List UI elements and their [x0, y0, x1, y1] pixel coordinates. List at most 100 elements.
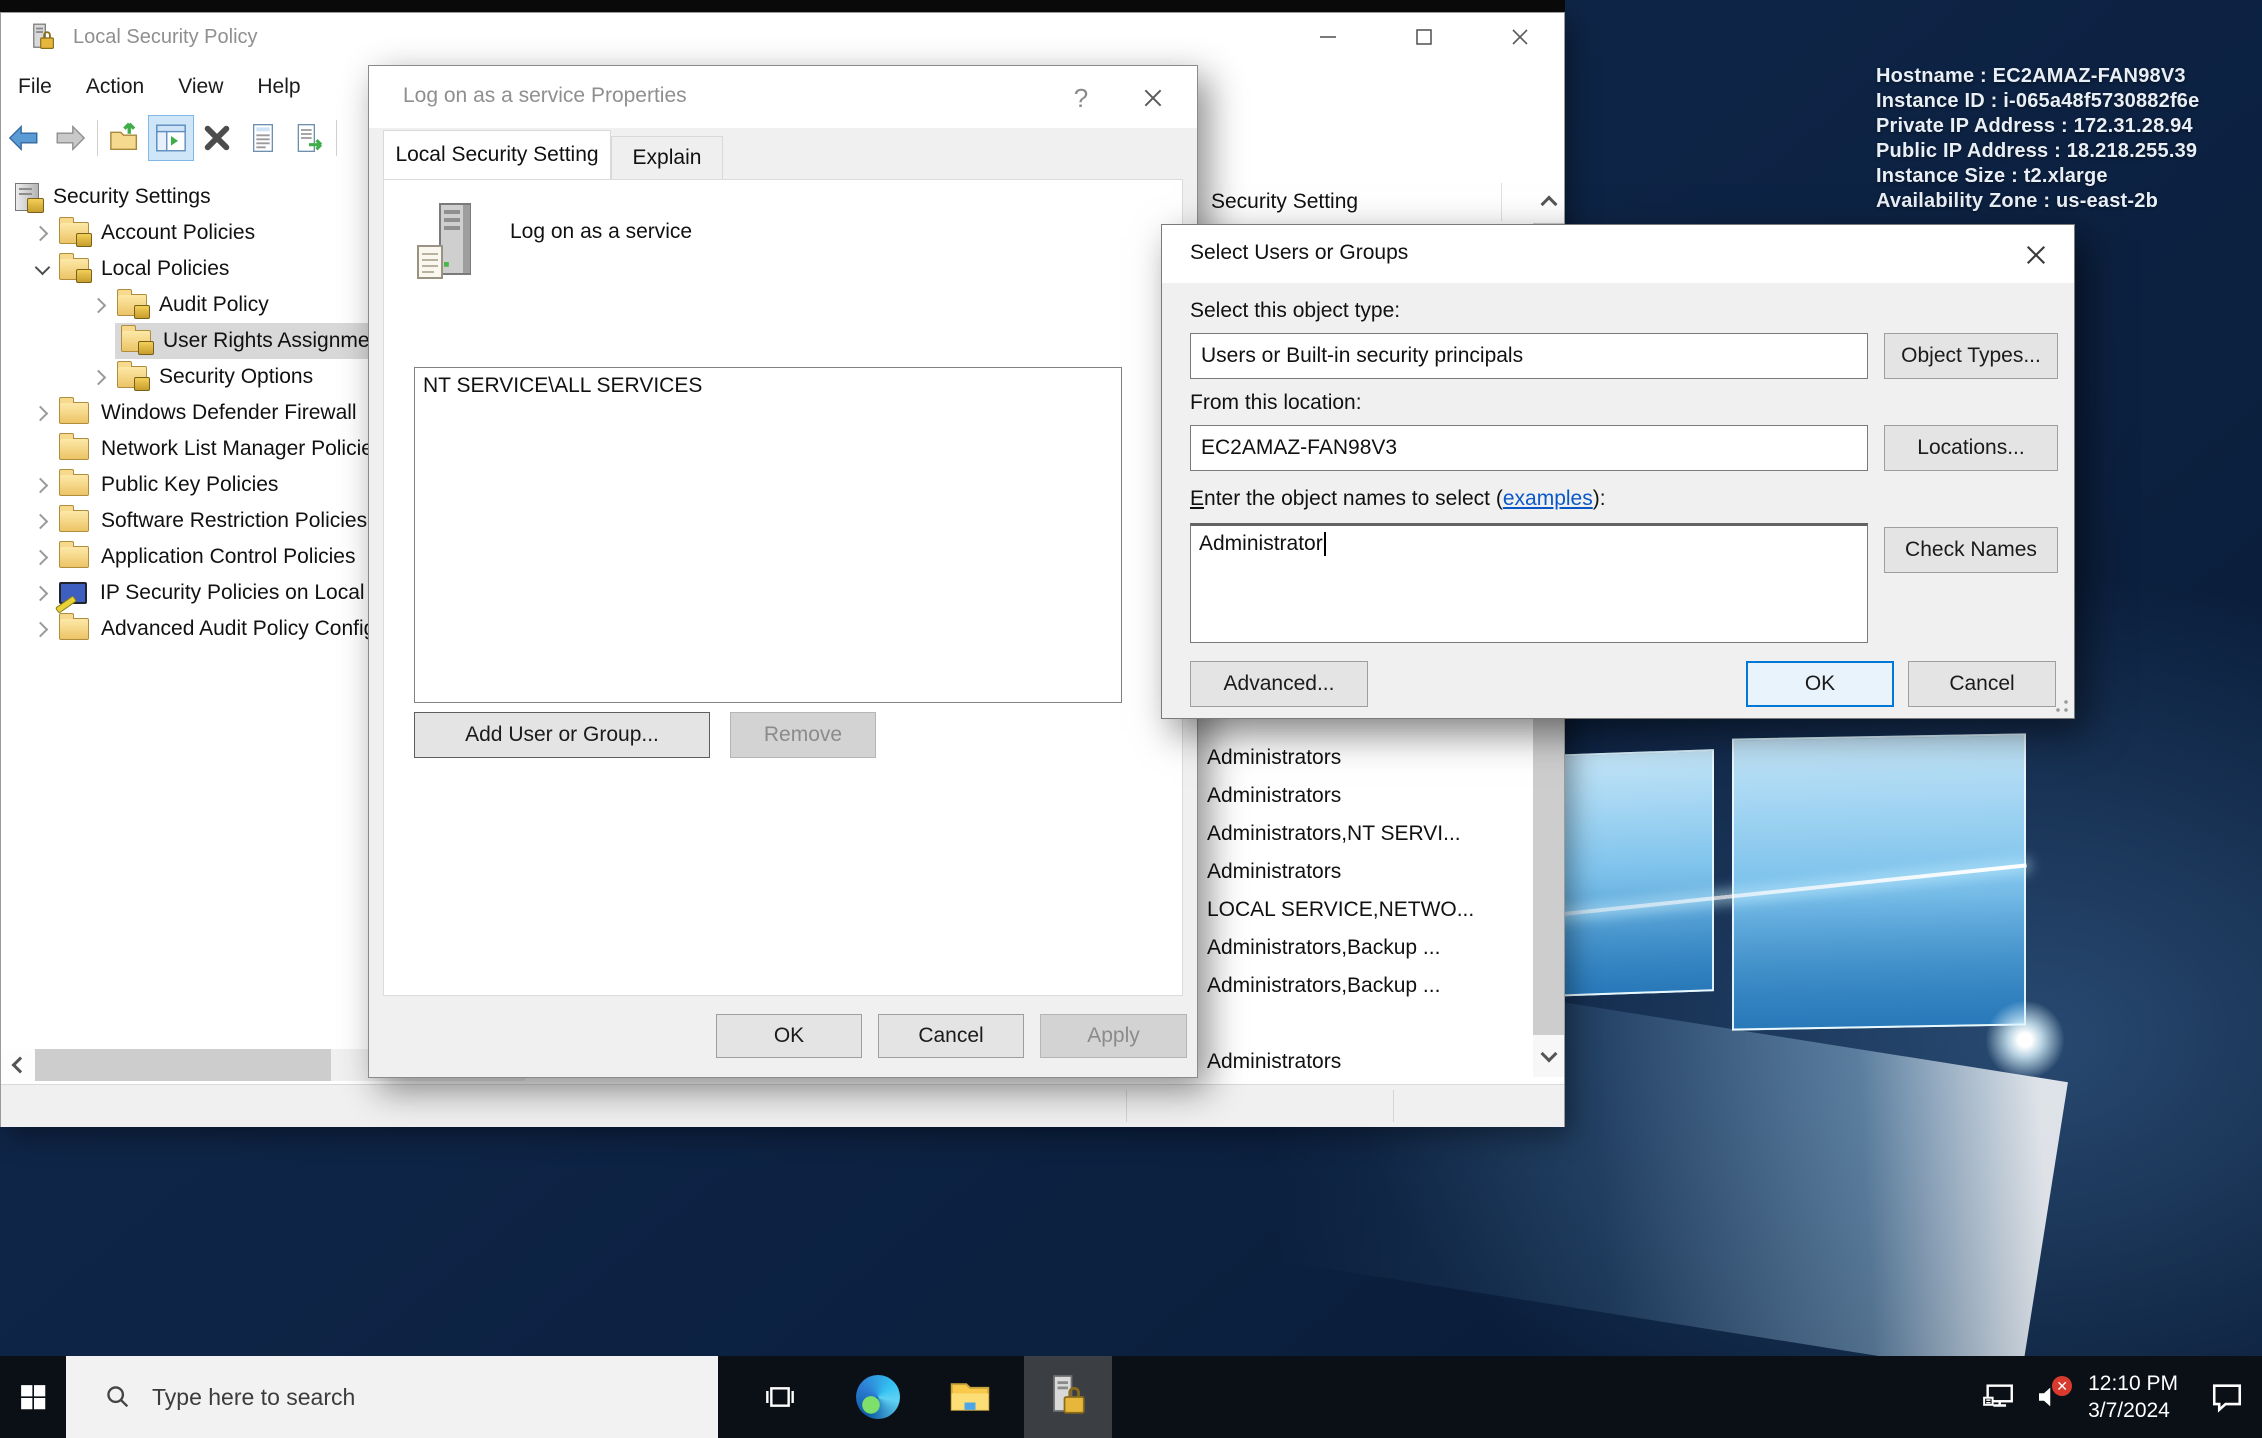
menu-help[interactable]: Help: [240, 75, 317, 99]
edge-logo: [856, 1375, 900, 1419]
status-bar-separator: [1393, 1090, 1394, 1122]
host-info-overlay: Hostname : EC2AMAZ-FAN98V3 Instance ID :…: [1876, 64, 2199, 214]
object-types-button[interactable]: Object Types...: [1884, 333, 2058, 379]
edge-icon[interactable]: [840, 1356, 916, 1438]
list-item[interactable]: Administrators: [1199, 777, 1533, 815]
properties-doc-icon[interactable]: [240, 115, 286, 161]
advanced-button[interactable]: Advanced...: [1190, 661, 1368, 707]
scroll-up-arrow-icon[interactable]: [1533, 179, 1564, 223]
menu-action[interactable]: Action: [69, 75, 161, 99]
toolbar-separator: [97, 120, 98, 156]
resize-grip[interactable]: [2055, 699, 2069, 713]
list-item[interactable]: [1199, 1005, 1533, 1043]
menu-file[interactable]: File: [1, 75, 69, 99]
close-button[interactable]: [1485, 13, 1555, 61]
ok-button[interactable]: OK: [1746, 661, 1894, 707]
clock[interactable]: 12:10 PM 3/7/2024: [2074, 1370, 2192, 1424]
folder-lock-icon: [117, 294, 147, 316]
help-icon[interactable]: ?: [1061, 78, 1101, 118]
delete-icon[interactable]: [194, 115, 240, 161]
select-users-or-groups-dialog: Select Users or Groups Select this objec…: [1161, 224, 2075, 719]
chevron-right-icon[interactable]: [85, 359, 115, 395]
close-icon[interactable]: [1131, 78, 1175, 118]
tree-item-label: User Rights Assignment: [163, 329, 387, 353]
object-type-field[interactable]: Users or Built-in security principals: [1190, 333, 1868, 379]
examples-link[interactable]: examples: [1503, 487, 1593, 510]
cancel-button[interactable]: Cancel: [1908, 661, 2056, 707]
ok-button[interactable]: OK: [716, 1014, 862, 1058]
file-explorer-icon[interactable]: [932, 1356, 1008, 1438]
start-button[interactable]: [0, 1356, 66, 1438]
chevron-right-icon[interactable]: [27, 575, 57, 611]
volume-muted-icon[interactable]: ✕: [2024, 1382, 2074, 1412]
maximize-button[interactable]: [1389, 13, 1459, 61]
column-header-label: Security Setting: [1211, 190, 1358, 214]
chevron-right-icon[interactable]: [27, 467, 57, 503]
service-policy-icon: [414, 202, 484, 291]
chevron-right-icon[interactable]: [85, 287, 115, 323]
remove-button: Remove: [730, 712, 876, 758]
search-icon: [104, 1383, 132, 1411]
chevron-down-icon[interactable]: [27, 251, 57, 287]
export-list-icon[interactable]: [286, 115, 332, 161]
folder-lock-icon: [117, 366, 147, 388]
folder-lock-icon: [121, 330, 151, 352]
chevron-right-icon[interactable]: [27, 611, 57, 647]
object-names-value: Administrator: [1199, 532, 1323, 555]
chevron-right-icon[interactable]: [27, 539, 57, 575]
members-listbox[interactable]: NT SERVICE\ALL SERVICES: [414, 367, 1122, 703]
dialog-titlebar[interactable]: Log on as a service Properties ?: [369, 66, 1197, 128]
text-caret: [1324, 532, 1326, 556]
list-item[interactable]: Administrators: [1199, 1043, 1533, 1081]
list-item[interactable]: LOCAL SERVICE,NETWO...: [1199, 891, 1533, 929]
host-info-line: Public IP Address : 18.218.255.39: [1876, 139, 2199, 164]
search-box[interactable]: Type here to search: [66, 1356, 718, 1438]
tab-page: Log on as a service NT SERVICE\ALL SERVI…: [383, 179, 1183, 996]
forward-icon[interactable]: [47, 115, 93, 161]
tab-local-security-setting[interactable]: Local Security Setting: [383, 130, 611, 179]
object-names-input[interactable]: Administrator: [1190, 523, 1868, 643]
column-header-security-setting[interactable]: Security Setting: [1199, 179, 1533, 225]
tab-explain[interactable]: Explain: [611, 136, 723, 179]
list-item[interactable]: Administrators,NT SERVI...: [1199, 815, 1533, 853]
scroll-down-arrow-icon[interactable]: [1533, 1035, 1564, 1077]
check-names-button[interactable]: Check Names: [1884, 527, 2058, 573]
list-item[interactable]: Administrators,Backup ...: [1199, 929, 1533, 967]
list-item[interactable]: Administrators: [1199, 853, 1533, 891]
mmc-titlebar[interactable]: Local Security Policy: [1, 13, 1564, 65]
folder-icon: [59, 402, 89, 424]
list-item[interactable]: Administrators,Backup ...: [1199, 967, 1533, 1005]
location-field[interactable]: EC2AMAZ-FAN98V3: [1190, 425, 1868, 471]
menu-view[interactable]: View: [161, 75, 240, 99]
status-bar-separator: [1126, 1090, 1127, 1122]
computer-key-icon: [59, 582, 87, 604]
host-info-line: Instance Size : t2.xlarge: [1876, 164, 2199, 189]
add-user-or-group-button[interactable]: Add User or Group...: [414, 712, 710, 758]
chevron-right-icon[interactable]: [27, 503, 57, 539]
tree-item-label: Application Control Policies: [101, 545, 355, 569]
minimize-button[interactable]: [1293, 13, 1363, 61]
chevron-right-icon[interactable]: [27, 395, 57, 431]
task-view-button[interactable]: [742, 1356, 818, 1438]
toolbar-separator: [336, 120, 337, 156]
list-item[interactable]: Administrators: [1199, 739, 1533, 777]
local-security-policy-taskbar-icon[interactable]: [1024, 1356, 1112, 1438]
export-folder-icon[interactable]: [102, 115, 148, 161]
dialog-titlebar[interactable]: Select Users or Groups: [1162, 225, 2074, 283]
taskbar: Type here to search ✕ 12:10 PM 3/7/2024: [0, 1356, 2262, 1438]
mute-badge-icon: ✕: [2052, 1376, 2072, 1396]
back-icon[interactable]: [1, 115, 47, 161]
close-icon[interactable]: [2014, 235, 2058, 275]
folder-icon: [59, 474, 89, 496]
locations-button[interactable]: EC2AMAZ-FAN98V3Locations...: [1884, 425, 2058, 471]
member-item[interactable]: NT SERVICE\ALL SERVICES: [415, 368, 1121, 404]
action-center-icon[interactable]: [2192, 1380, 2262, 1414]
scrollbar-thumb[interactable]: [35, 1049, 331, 1081]
system-tray: ✕ 12:10 PM 3/7/2024: [1974, 1356, 2262, 1438]
window-title: Local Security Policy: [73, 26, 258, 49]
scroll-left-arrow-icon[interactable]: [1, 1049, 35, 1081]
network-icon[interactable]: [1974, 1380, 2024, 1414]
cancel-button[interactable]: Cancel: [878, 1014, 1024, 1058]
chevron-right-icon[interactable]: [27, 215, 57, 251]
console-window-icon[interactable]: [148, 115, 194, 161]
